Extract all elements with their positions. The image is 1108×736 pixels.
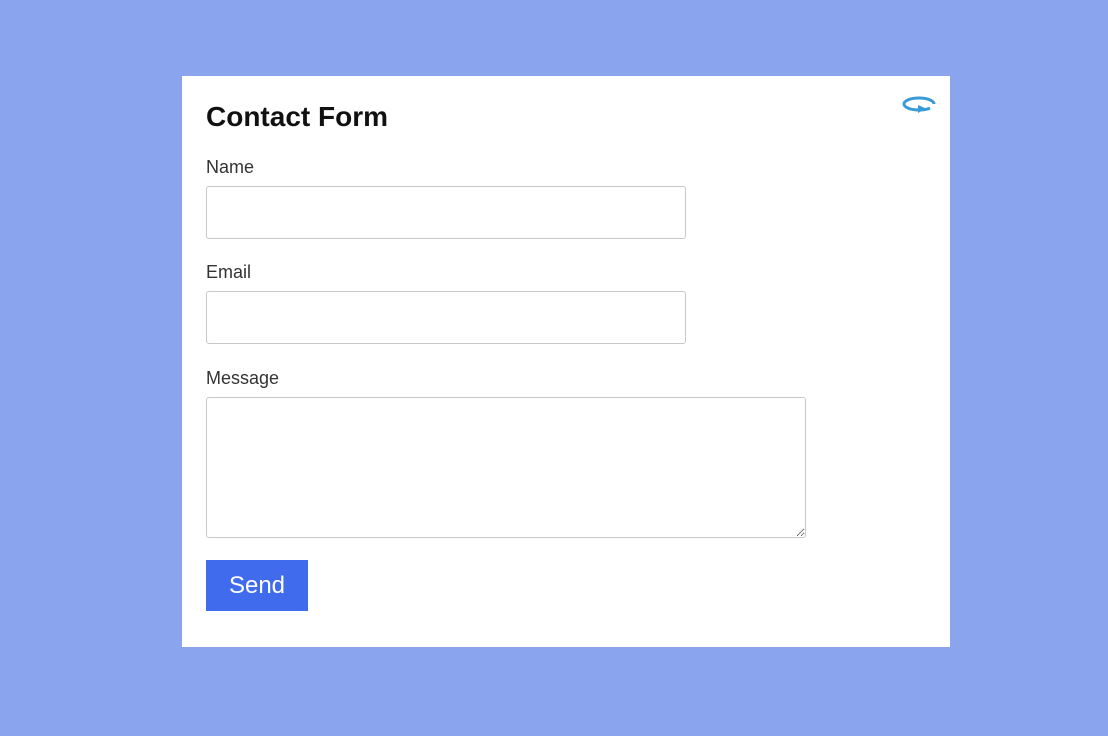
reset-icon[interactable] [901, 93, 939, 117]
send-button[interactable]: Send [206, 560, 308, 611]
message-label: Message [206, 368, 280, 388]
message-textarea[interactable] [206, 397, 806, 538]
name-input[interactable] [206, 186, 686, 239]
name-label: Name [206, 157, 255, 177]
contact-form-card: Contact Form Name Email Message Send [182, 76, 950, 647]
form-title: Contact Form [206, 101, 388, 132]
email-label: Email [206, 262, 252, 282]
email-input[interactable] [206, 291, 686, 344]
